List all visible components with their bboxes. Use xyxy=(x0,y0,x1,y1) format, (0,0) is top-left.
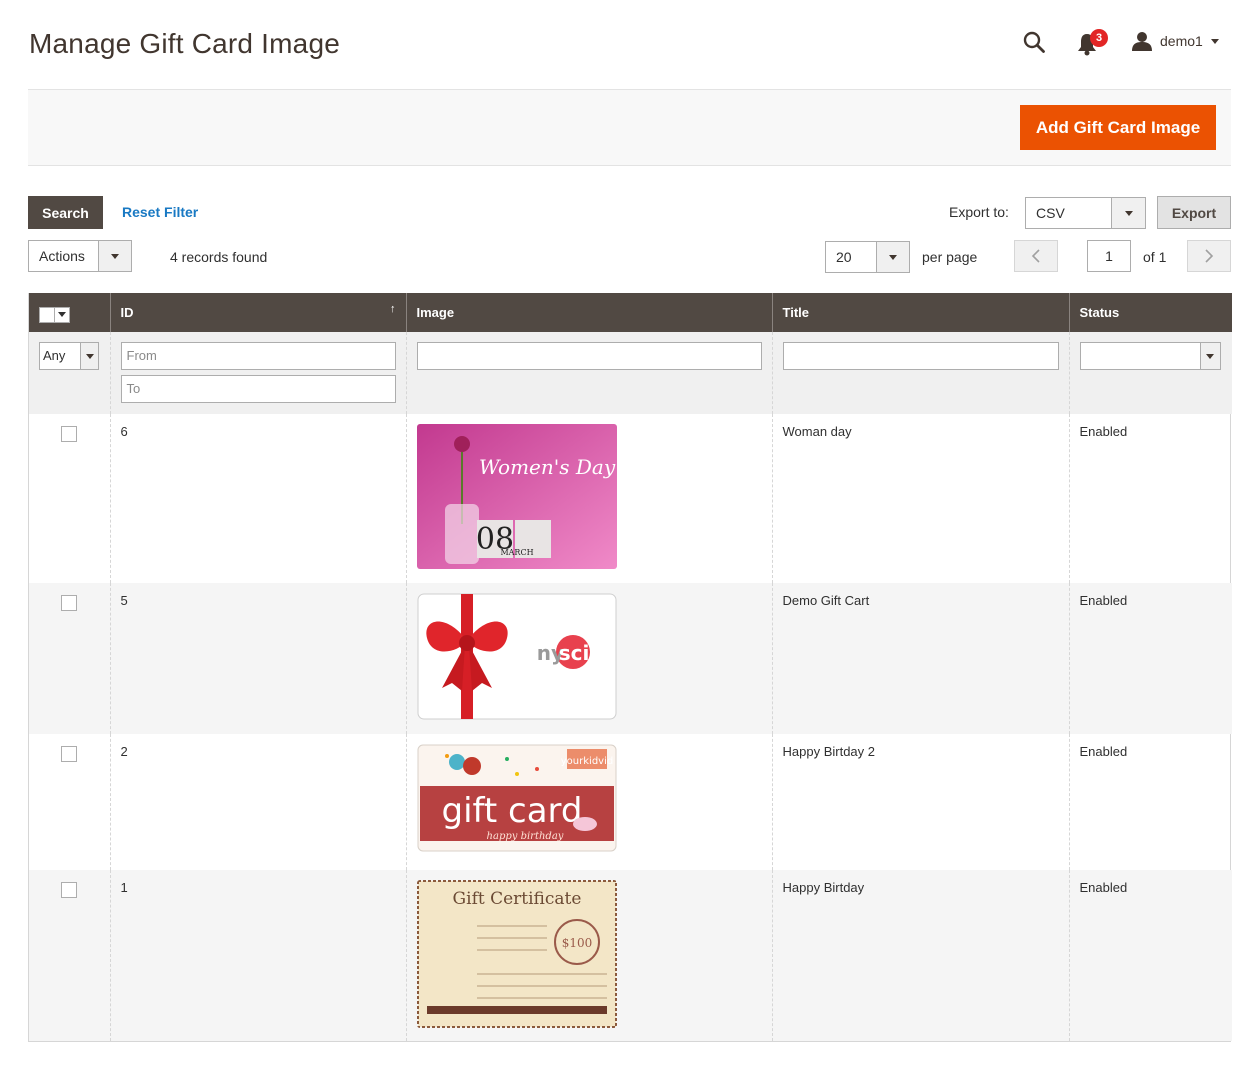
row-checkbox[interactable] xyxy=(61,426,78,442)
row-title: Happy Birtday 2 xyxy=(772,734,1070,870)
row-checkbox[interactable] xyxy=(61,746,78,762)
mass-select-dropdown[interactable] xyxy=(39,306,70,323)
row-id: 2 xyxy=(110,734,407,870)
search-button[interactable]: Search xyxy=(28,196,103,229)
notifications-button[interactable]: 3 xyxy=(1076,29,1110,56)
page-title: Manage Gift Card Image xyxy=(29,28,340,59)
mass-select-header[interactable] xyxy=(29,293,111,332)
sort-arrow-icon: ↑ xyxy=(390,303,396,315)
table-row[interactable]: 1 Gift Certificate $100 Happy Birtday En… xyxy=(29,870,1232,1041)
row-image-cell: 08 MARCH Women's Day xyxy=(406,414,773,583)
total-pages-label: of 1 xyxy=(1143,249,1167,265)
column-header-image[interactable]: Image xyxy=(406,293,773,332)
column-label-id: ID xyxy=(120,305,134,320)
image-filter-input[interactable] xyxy=(416,342,762,370)
next-page-button[interactable] xyxy=(1187,240,1231,272)
title-filter-input[interactable] xyxy=(782,342,1059,370)
row-image-cell: Gift Certificate $100 xyxy=(406,870,773,1041)
mass-actions-label: Actions xyxy=(39,248,85,264)
gift-card-thumbnail: ny sci xyxy=(417,593,616,720)
notification-count-badge: 3 xyxy=(1090,29,1108,47)
gift-card-thumbnail: Gift Certificate $100 xyxy=(416,880,617,1028)
select-filter-value: Any xyxy=(43,348,66,363)
thumbnail-brand: yourkidvid xyxy=(560,756,612,767)
table-row[interactable]: 2 yourkidvid gift card happy birthday Ha… xyxy=(29,734,1232,870)
row-checkbox[interactable] xyxy=(61,595,78,611)
row-image-cell: ny sci xyxy=(406,583,773,734)
user-menu[interactable]: demo1 xyxy=(1132,30,1219,52)
export-button[interactable]: Export xyxy=(1157,196,1231,229)
row-title: Happy Birtday xyxy=(772,870,1070,1041)
table-row[interactable]: 6 08 MARCH Women's Day Woman day Enabled xyxy=(29,414,1232,583)
column-header-title[interactable]: Title xyxy=(772,293,1070,332)
chevron-right-icon xyxy=(1205,249,1214,263)
id-to-input[interactable]: To xyxy=(120,375,396,403)
filter-row: Any From To xyxy=(29,332,1232,414)
chevron-down-icon xyxy=(1210,38,1219,44)
per-page-select[interactable]: 20 xyxy=(825,241,910,273)
row-image-cell: yourkidvid gift card happy birthday xyxy=(406,734,773,870)
grid-header-row: ID ↑ Image Title Status xyxy=(29,293,1232,332)
export-label: Export to: xyxy=(949,204,1009,220)
add-gift-card-image-button[interactable]: Add Gift Card Image xyxy=(1020,105,1216,150)
svg-text:sci: sci xyxy=(558,641,589,665)
records-found-count: 4 records found xyxy=(170,249,268,265)
per-page-label: per page xyxy=(922,249,978,265)
row-title: Demo Gift Cart xyxy=(772,583,1070,734)
chevron-down-icon xyxy=(1206,353,1214,359)
status-filter-select[interactable] xyxy=(1079,342,1221,370)
id-from-input[interactable]: From xyxy=(120,342,396,370)
chevron-down-icon xyxy=(85,353,94,359)
thumbnail-caption: gift card xyxy=(441,791,582,831)
search-icon[interactable] xyxy=(1022,30,1046,54)
chevron-down-icon xyxy=(111,253,119,259)
table-row[interactable]: 5 ny sci Demo Gift Cart Enabled xyxy=(29,583,1232,734)
user-icon xyxy=(1132,32,1152,51)
row-status: Enabled xyxy=(1069,870,1232,1041)
row-id: 1 xyxy=(110,870,407,1041)
thumbnail-caption: Gift Certificate xyxy=(452,889,581,909)
previous-page-button[interactable] xyxy=(1014,240,1058,272)
chevron-down-icon xyxy=(889,254,897,260)
select-filter[interactable]: Any xyxy=(39,342,99,370)
current-page-input[interactable]: 1 xyxy=(1087,240,1131,272)
reset-filter-link[interactable]: Reset Filter xyxy=(122,204,198,220)
thumbnail-sub: MARCH xyxy=(500,548,533,557)
row-title: Woman day xyxy=(772,414,1070,583)
row-status: Enabled xyxy=(1069,583,1232,734)
thumbnail-sub: happy birthday xyxy=(486,831,563,842)
row-status: Enabled xyxy=(1079,744,1128,759)
user-name: demo1 xyxy=(1160,33,1203,49)
chevron-down-icon xyxy=(1124,210,1133,216)
row-status: Enabled xyxy=(1079,424,1128,439)
data-grid: ID ↑ Image Title Status Any From To 6 08… xyxy=(28,293,1232,1042)
thumbnail-caption: Women's Day xyxy=(478,455,615,479)
mass-actions-select[interactable]: Actions xyxy=(28,240,132,272)
chevron-left-icon xyxy=(1031,249,1040,263)
row-checkbox[interactable] xyxy=(61,882,78,898)
row-id: 5 xyxy=(110,583,407,734)
column-header-status[interactable]: Status xyxy=(1069,293,1232,332)
row-id: 6 xyxy=(110,414,407,583)
thumbnail-sub: $100 xyxy=(561,936,592,950)
gift-card-thumbnail: 08 MARCH Women's Day xyxy=(416,424,617,569)
gift-card-thumbnail: yourkidvid gift card happy birthday xyxy=(417,744,616,852)
per-page-value: 20 xyxy=(836,249,852,265)
column-header-id[interactable]: ID ↑ xyxy=(110,293,407,332)
export-format-select[interactable]: CSV xyxy=(1025,197,1146,229)
chevron-down-icon xyxy=(58,312,66,317)
export-format-value: CSV xyxy=(1036,205,1065,221)
